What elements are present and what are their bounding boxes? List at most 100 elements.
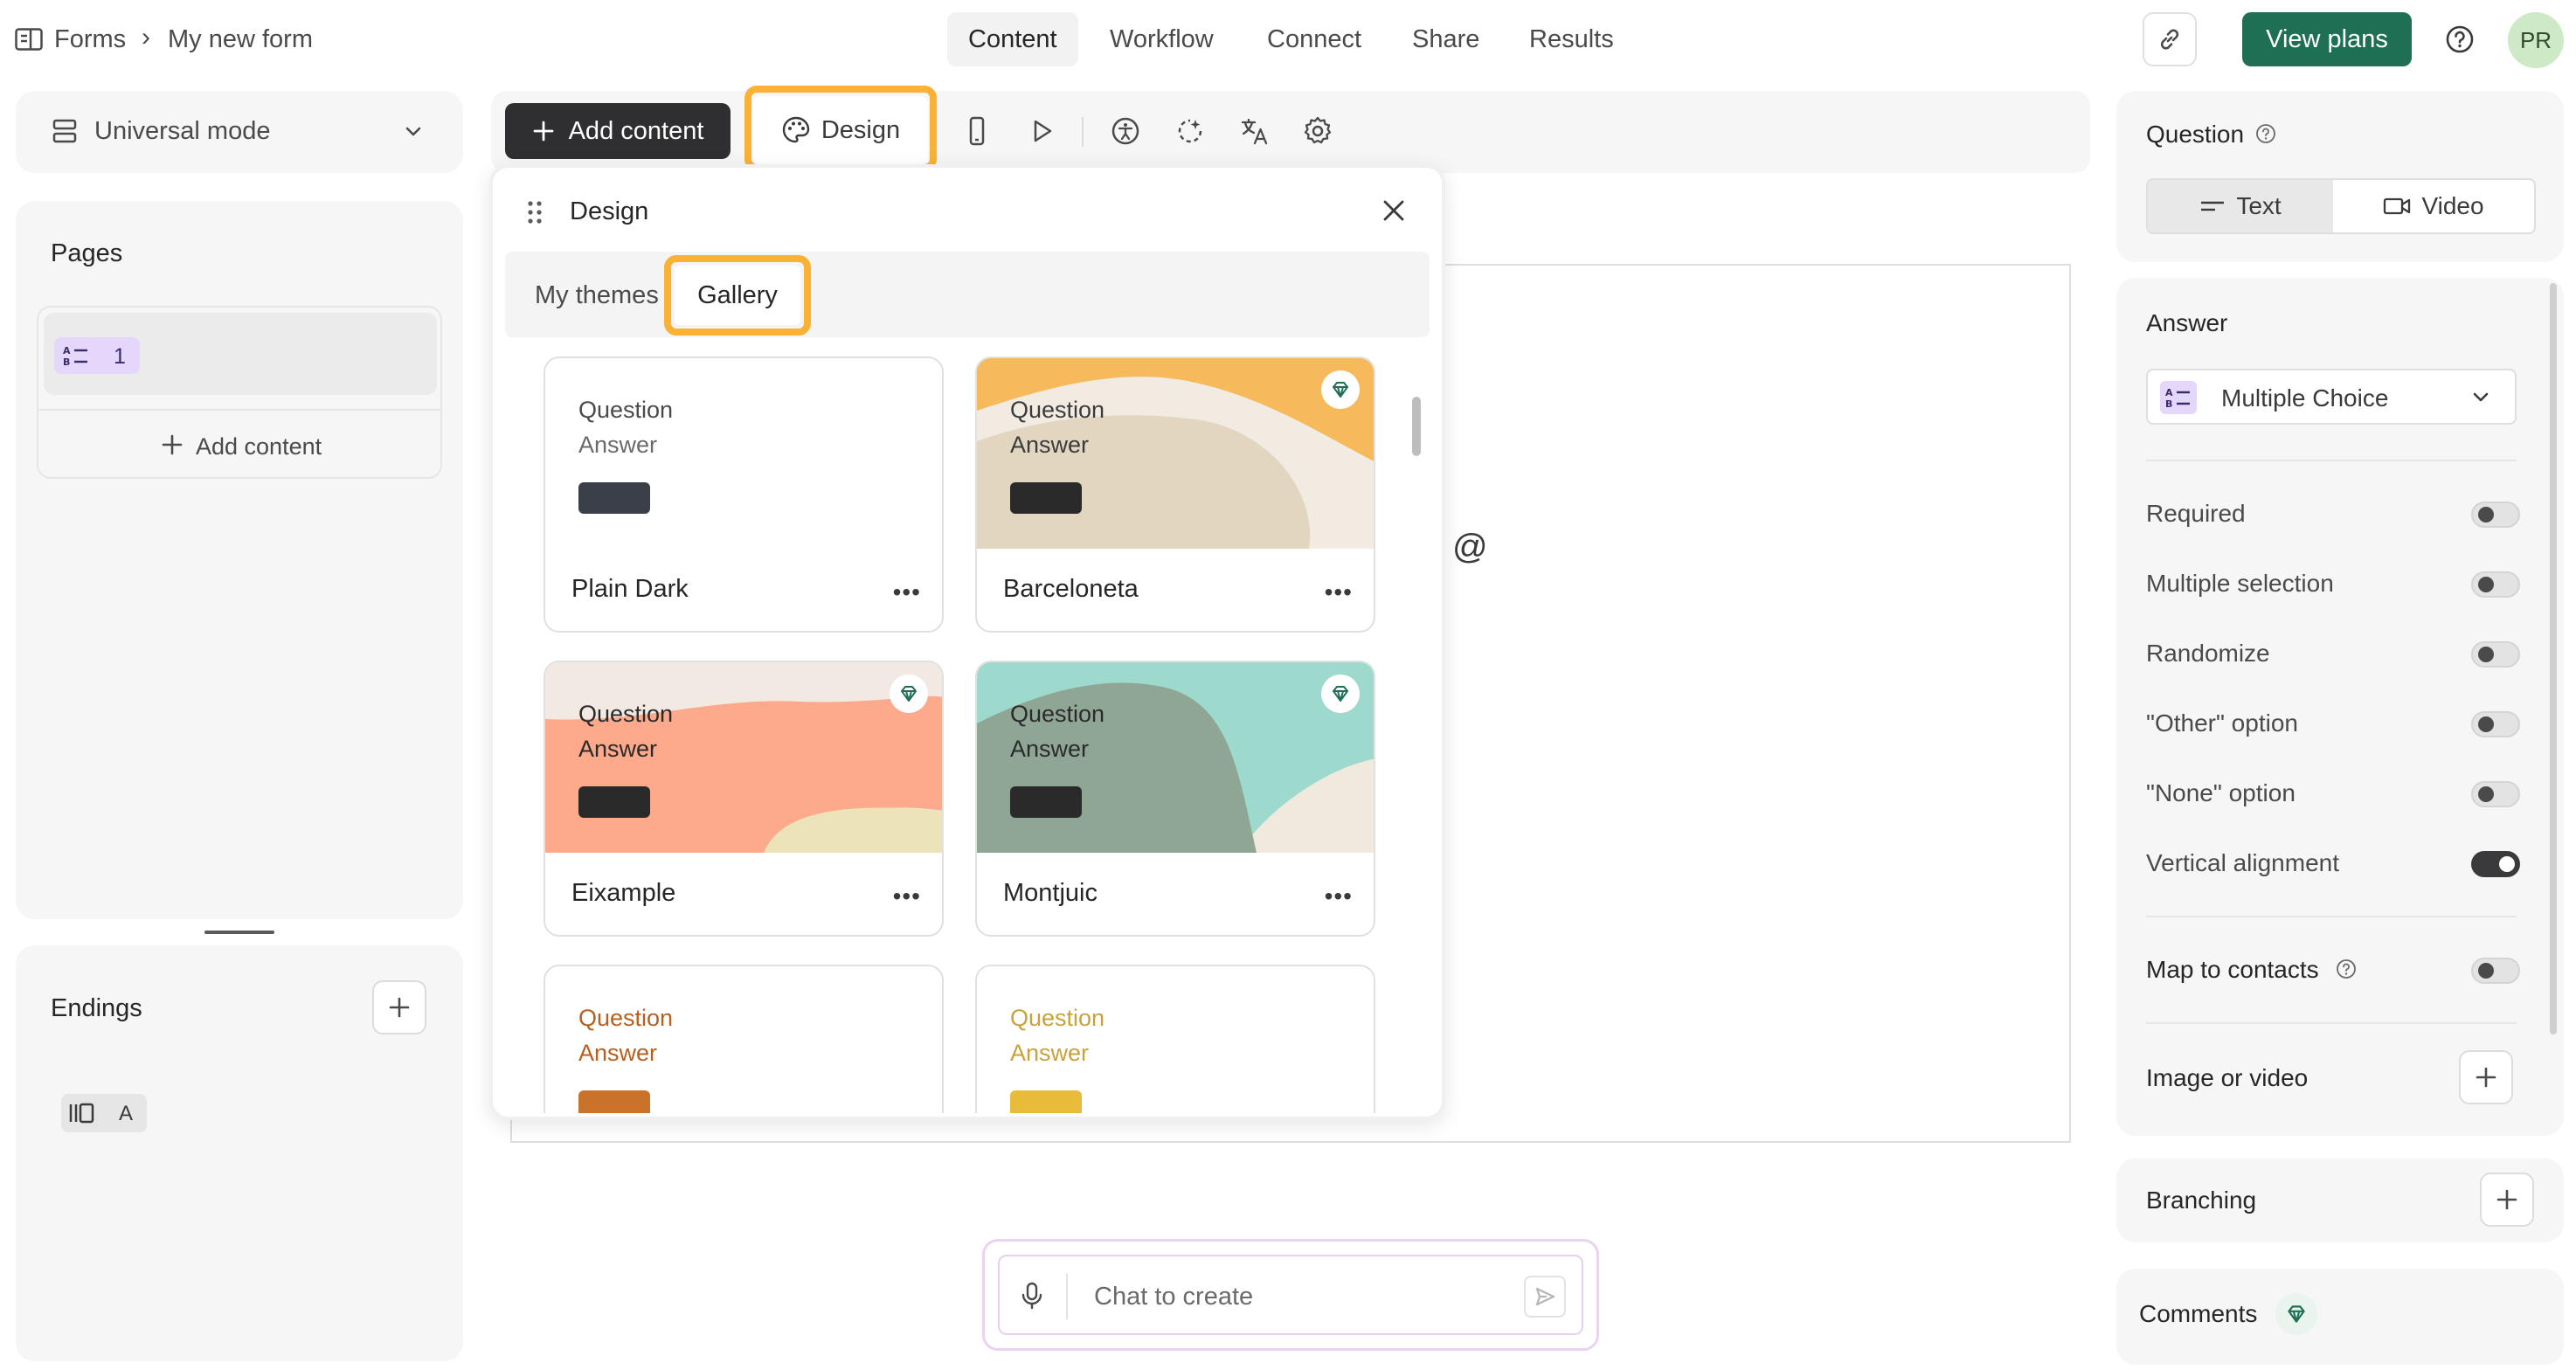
send-button[interactable] [1524, 1276, 1566, 1318]
theme-button-swatch [1010, 482, 1082, 514]
pages-panel: Pages AB 1 Add content [16, 201, 463, 919]
comments-label: Comments [2139, 1300, 2258, 1327]
drag-handle-icon[interactable] [526, 199, 544, 225]
theme-button-swatch [578, 786, 650, 818]
premium-gem-icon [1321, 675, 1360, 713]
branching-panel: Branching [2116, 1159, 2564, 1242]
theme-more-options-icon[interactable]: ••• [1325, 884, 1353, 909]
theme-question: Question [1010, 397, 1105, 423]
none-option-label: "None" option [2146, 779, 2296, 806]
canvas-at-symbol: @ [1452, 528, 1488, 566]
other-option-label: "Other" option [2146, 709, 2298, 737]
chat-input[interactable]: Chat to create [998, 1255, 1583, 1335]
avatar[interactable]: PR [2508, 12, 2564, 68]
gallery-scrollbar[interactable] [1412, 397, 1421, 456]
theme-more-options-icon[interactable]: ••• [1325, 580, 1353, 605]
list-choice-icon: AB [2165, 387, 2190, 409]
tab-share[interactable]: Share [1391, 12, 1500, 66]
add-branching-button[interactable] [2480, 1173, 2534, 1227]
microphone-icon[interactable] [1019, 1281, 1045, 1311]
theme-answer: Answer [578, 1040, 658, 1066]
theme-button-swatch [1010, 1090, 1082, 1113]
design-panel-title: Design [570, 197, 649, 225]
multiple-selection-toggle[interactable] [2471, 571, 2520, 598]
theme-card-eixample[interactable]: Question Answer Eixample ••• [544, 661, 944, 937]
answer-panel: Answer AB Multiple Choice Required Multi… [2116, 278, 2564, 1136]
theme-more-options-icon[interactable]: ••• [893, 580, 921, 605]
breadcrumb-forms[interactable]: Forms [54, 25, 126, 54]
comments-panel: Comments [2116, 1269, 2564, 1365]
tab-my-themes[interactable]: My themes [535, 281, 659, 310]
translate-icon[interactable] [1237, 114, 1272, 149]
question-help-icon[interactable] [2254, 122, 2277, 145]
accessibility-icon[interactable] [1108, 114, 1143, 149]
design-button[interactable]: Design [753, 96, 928, 164]
theme-card-6[interactable]: Question Answer [975, 965, 1375, 1113]
theme-answer: Answer [578, 736, 658, 762]
add-image-or-video-button[interactable] [2459, 1050, 2513, 1104]
required-label: Required [2146, 500, 2246, 527]
other-option-toggle[interactable] [2471, 711, 2520, 737]
tab-content-label: Content [968, 25, 1057, 53]
text-lines-icon [2201, 201, 2225, 211]
mobile-preview-icon[interactable] [959, 114, 994, 149]
theme-card-montjuic[interactable]: Question Answer Montjuic ••• [975, 661, 1375, 937]
theme-card-plain-dark[interactable]: Question Answer Plain Dark ••• [544, 356, 944, 633]
map-to-contacts-label: Map to contacts [2146, 956, 2319, 983]
add-ending-button[interactable] [372, 980, 426, 1034]
view-plans-button[interactable]: View plans [2242, 12, 2412, 66]
premium-gem-icon [1321, 370, 1360, 409]
map-to-contacts-help-icon[interactable] [2335, 958, 2358, 980]
tab-gallery[interactable]: Gallery [675, 266, 800, 325]
video-camera-icon [2384, 197, 2411, 215]
panel-resize-handle[interactable] [204, 931, 274, 934]
theme-more-options-icon[interactable]: ••• [893, 884, 921, 909]
multiple-choice-page-badge: AB 1 [54, 337, 140, 374]
randomize-label: Randomize [2146, 640, 2270, 667]
add-content-page-button[interactable]: Add content [38, 409, 440, 472]
ending-icon [69, 1103, 94, 1124]
required-toggle[interactable] [2471, 502, 2520, 528]
mode-selector[interactable]: Universal mode [16, 91, 463, 173]
copy-link-button[interactable] [2143, 12, 2197, 66]
plus-icon [2476, 1067, 2496, 1088]
tab-content[interactable]: Content [947, 12, 1078, 66]
settings-gear-icon[interactable] [1300, 114, 1335, 149]
tab-workflow[interactable]: Workflow [1089, 12, 1235, 66]
forms-icon[interactable] [14, 26, 44, 52]
theme-card-barceloneta[interactable]: Question Answer Barceloneta ••• [975, 356, 1375, 633]
theme-card-5[interactable]: Question Answer [544, 965, 944, 1113]
page-item[interactable]: AB 1 [44, 313, 437, 395]
tab-connect[interactable]: Connect [1246, 12, 1382, 66]
view-plans-label: View plans [2266, 24, 2388, 53]
form-name[interactable]: My new form [168, 25, 313, 54]
add-content-button[interactable]: Add content [505, 103, 731, 159]
none-option-toggle[interactable] [2471, 781, 2520, 807]
svg-text:B: B [63, 356, 70, 367]
help-icon[interactable] [2443, 23, 2476, 56]
vertical-alignment-label: Vertical alignment [2146, 849, 2340, 876]
svg-text:A: A [2165, 387, 2173, 398]
ai-assistant-icon[interactable] [1173, 114, 1208, 149]
plus-icon [162, 434, 183, 455]
preview-play-icon[interactable] [1024, 114, 1059, 149]
question-type-video[interactable]: Video [2333, 180, 2534, 232]
question-type-text[interactable]: Text [2148, 180, 2333, 232]
map-to-contacts-toggle[interactable] [2471, 958, 2520, 984]
toggle-knob [2478, 577, 2494, 592]
toggle-knob [2478, 647, 2494, 662]
ending-item[interactable]: A [61, 1094, 147, 1132]
tab-results[interactable]: Results [1508, 12, 1635, 66]
tab-share-label: Share [1412, 25, 1480, 53]
vertical-alignment-toggle[interactable] [2471, 851, 2520, 877]
toolbar-divider [1082, 117, 1084, 147]
close-icon[interactable] [1379, 196, 1409, 225]
question-type-video-label: Video [2421, 192, 2484, 219]
multiple-choice-badge: AB [2160, 381, 2197, 414]
toggle-knob [2478, 507, 2494, 522]
right-panel-scrollbar[interactable] [2550, 283, 2557, 1034]
theme-question: Question [1010, 1005, 1105, 1031]
answer-type-dropdown[interactable]: AB Multiple Choice [2146, 369, 2517, 425]
randomize-toggle[interactable] [2471, 641, 2520, 668]
theme-answer: Answer [1010, 432, 1090, 458]
